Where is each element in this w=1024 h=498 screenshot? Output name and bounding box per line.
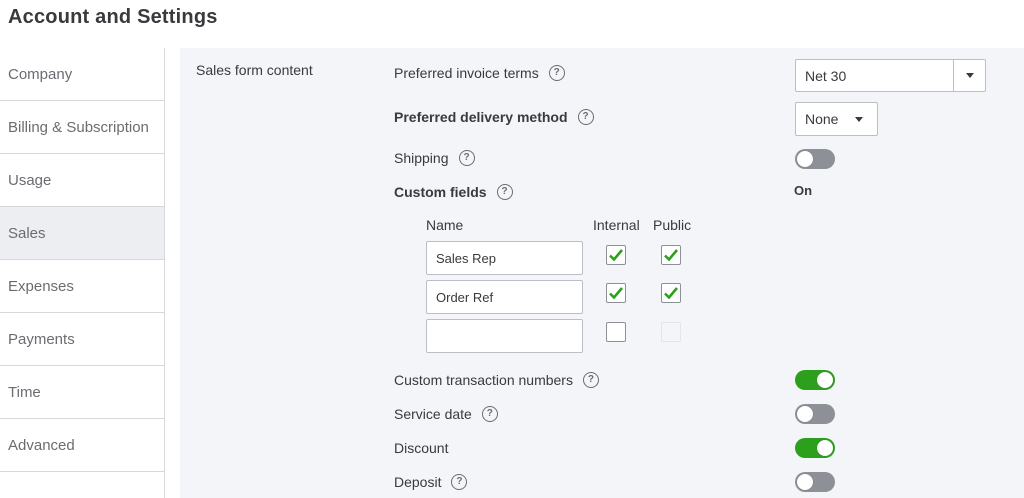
sidebar-item-company[interactable]: Company xyxy=(0,48,164,101)
deposit-toggle[interactable] xyxy=(795,472,835,492)
custom-field-name-input[interactable]: Order Ref xyxy=(426,280,583,314)
delivery-method-value: None xyxy=(805,111,839,127)
custom-field-name-input[interactable]: Sales Rep xyxy=(426,241,583,275)
service-date-toggle[interactable] xyxy=(795,404,835,424)
toggle-knob xyxy=(817,372,833,388)
deposit-label: Deposit ? xyxy=(394,474,468,490)
checkmark-icon xyxy=(609,249,623,262)
discount-label: Discount xyxy=(394,440,448,456)
public-checkbox[interactable] xyxy=(661,283,681,303)
column-header-name: Name xyxy=(426,217,464,233)
toggle-knob xyxy=(797,406,813,422)
custom-fields-status: On xyxy=(794,183,813,198)
question-circle-icon[interactable]: ? xyxy=(496,184,513,200)
internal-checkbox[interactable] xyxy=(606,322,626,342)
column-header-internal: Internal xyxy=(593,217,640,233)
settings-sidebar: Company Billing & Subscription Usage Sal… xyxy=(0,48,165,498)
question-circle-icon[interactable]: ? xyxy=(582,372,599,388)
custom-txn-numbers-label: Custom transaction numbers ? xyxy=(394,372,599,388)
sidebar-item-advanced[interactable]: Advanced xyxy=(0,419,164,472)
toggle-knob xyxy=(797,474,813,490)
caret-down-icon[interactable] xyxy=(953,60,985,91)
question-circle-icon[interactable]: ? xyxy=(481,406,498,422)
invoice-terms-dropdown[interactable]: Net 30 xyxy=(795,59,986,92)
caret-down-icon xyxy=(855,116,863,122)
deposit-text: Deposit xyxy=(394,474,442,490)
toggle-knob xyxy=(797,151,813,167)
question-circle-icon[interactable]: ? xyxy=(577,109,594,125)
question-circle-icon[interactable]: ? xyxy=(548,65,565,81)
sidebar-item-time[interactable]: Time xyxy=(0,366,164,419)
internal-checkbox[interactable] xyxy=(606,283,626,303)
public-checkbox-disabled xyxy=(661,322,681,342)
discount-text: Discount xyxy=(394,440,449,456)
custom-fields-label: Custom fields ? xyxy=(394,184,513,200)
delivery-method-text: Preferred delivery method xyxy=(394,109,568,125)
column-header-public: Public xyxy=(653,217,692,233)
page-title: Account and Settings xyxy=(8,6,218,28)
section-title: Sales form content xyxy=(196,62,313,78)
custom-txn-numbers-text: Custom transaction numbers xyxy=(394,372,573,388)
checkmark-icon xyxy=(609,287,623,300)
sidebar-item-sales[interactable]: Sales xyxy=(0,207,164,260)
custom-fields-text: Custom fields xyxy=(394,184,487,200)
sidebar-item-payments[interactable]: Payments xyxy=(0,313,164,366)
invoice-terms-label: Preferred invoice terms ? xyxy=(394,65,565,81)
shipping-text: Shipping xyxy=(394,150,449,166)
delivery-method-dropdown[interactable]: None xyxy=(795,102,878,136)
checkmark-icon xyxy=(664,249,678,262)
public-checkbox[interactable] xyxy=(661,245,681,265)
custom-field-name-input[interactable] xyxy=(426,319,583,353)
sidebar-item-usage[interactable]: Usage xyxy=(0,154,164,207)
toggle-knob xyxy=(817,440,833,456)
internal-checkbox[interactable] xyxy=(606,245,626,265)
invoice-terms-value: Net 30 xyxy=(805,67,847,84)
shipping-toggle[interactable] xyxy=(795,149,835,169)
invoice-terms-text: Preferred invoice terms xyxy=(394,65,539,81)
service-date-label: Service date ? xyxy=(394,406,498,422)
custom-txn-numbers-toggle[interactable] xyxy=(795,370,835,390)
question-circle-icon[interactable]: ? xyxy=(458,150,475,166)
sidebar-item-expenses[interactable]: Expenses xyxy=(0,260,164,313)
sidebar-item-billing[interactable]: Billing & Subscription xyxy=(0,101,164,154)
sales-form-content-panel[interactable]: Sales form content Preferred invoice ter… xyxy=(180,48,1024,498)
discount-toggle[interactable] xyxy=(795,438,835,458)
question-circle-icon[interactable]: ? xyxy=(451,474,468,490)
shipping-label: Shipping ? xyxy=(394,150,475,166)
service-date-text: Service date xyxy=(394,406,472,422)
delivery-method-label: Preferred delivery method ? xyxy=(394,109,594,125)
checkmark-icon xyxy=(664,287,678,300)
